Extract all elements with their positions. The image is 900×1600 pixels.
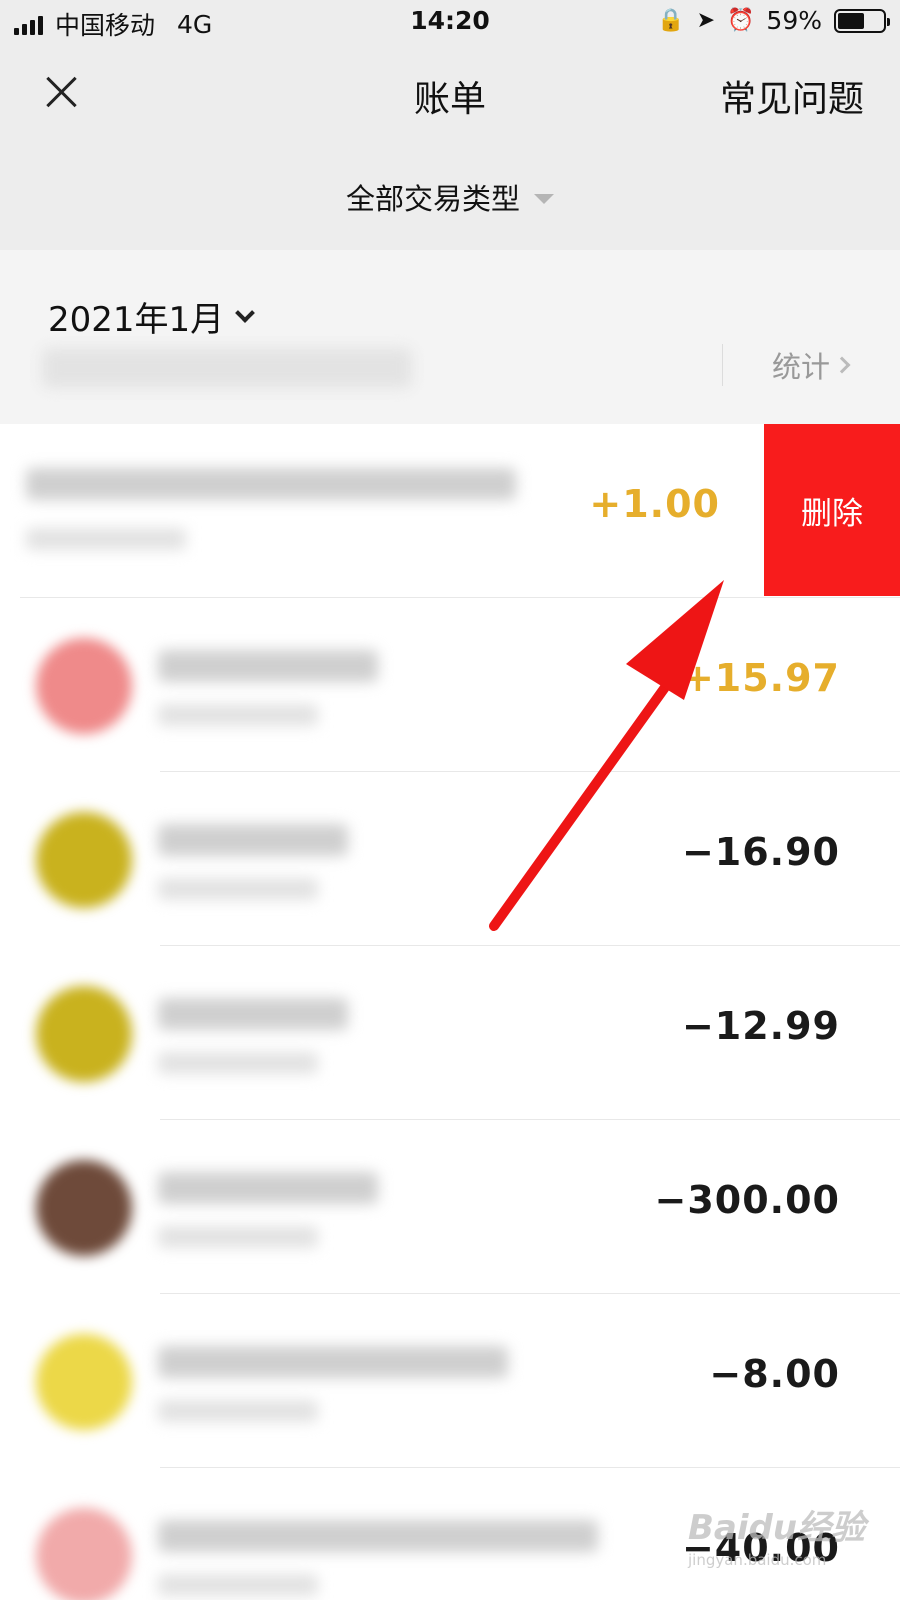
caret-down-icon[interactable] [534, 194, 554, 204]
transaction-row[interactable]: −8.00 [0, 1294, 900, 1468]
watermark-logo: Baidu经验 [688, 1508, 866, 1548]
transaction-type-filter[interactable]: 全部交易类型 [346, 176, 520, 218]
transaction-row[interactable]: −12.99 [0, 946, 900, 1120]
merchant-avatar [36, 1160, 132, 1256]
month-label: 2021年1月 [48, 300, 225, 340]
transaction-title-blurred [26, 468, 516, 500]
transaction-title-blurred [158, 998, 348, 1030]
transaction-title-blurred [158, 1346, 508, 1378]
transaction-row[interactable]: −16.90 [0, 772, 900, 946]
transaction-row[interactable]: −300.00 [0, 1120, 900, 1294]
transaction-time-blurred [158, 1052, 318, 1074]
transaction-amount: −12.99 [681, 1004, 840, 1048]
chevron-down-icon [235, 302, 256, 323]
filter-bar: 全部交易类型 [0, 144, 900, 250]
month-section: 2021年1月 统计 [0, 250, 900, 424]
transaction-amount: +15.97 [681, 656, 840, 700]
transaction-time-blurred [158, 1574, 318, 1596]
status-right: 🔒 ➤ ⏰ 59% [657, 6, 890, 35]
transaction-amount: −300.00 [654, 1178, 840, 1222]
transaction-title-blurred [158, 824, 348, 856]
transaction-time-blurred [158, 878, 318, 900]
transaction-title-blurred [158, 650, 378, 682]
transaction-amount: +1.00 [589, 482, 720, 526]
battery-percent: 59% [766, 6, 822, 35]
merchant-avatar [36, 638, 132, 734]
status-bar: 中国移动 4G 14:20 🔒 ➤ ⏰ 59% [0, 0, 900, 44]
delete-button[interactable]: 删除 [764, 424, 900, 596]
lock-rotation-icon: 🔒 [657, 7, 685, 33]
month-summary-blurred [42, 348, 412, 388]
battery-icon [834, 8, 890, 33]
transaction-row-swiped[interactable]: +1.00 删除 [0, 424, 900, 598]
transaction-amount: −8.00 [709, 1352, 840, 1396]
nav-bar: 账单 常见问题 [0, 44, 900, 144]
stats-link[interactable]: 统计 [772, 344, 851, 386]
watermark-url: jingyan.baidu.com [688, 1551, 827, 1569]
transaction-title-blurred [158, 1520, 598, 1552]
watermark: Baidu经验 jingyan.baidu.com [688, 1500, 868, 1569]
merchant-avatar [36, 1508, 132, 1600]
alarm-icon: ⏰ [727, 7, 755, 33]
transaction-list: +1.00 删除 +15.97 −16.90 −12.99 −300.00 −8… [0, 424, 900, 1600]
location-icon: ➤ [696, 7, 716, 33]
chevron-right-icon [833, 356, 851, 374]
transaction-time-blurred [158, 1226, 318, 1248]
transaction-time-blurred [26, 528, 186, 550]
merchant-avatar [36, 1334, 132, 1430]
month-selector[interactable]: 2021年1月 [48, 292, 256, 341]
transaction-row[interactable]: +15.97 [0, 598, 900, 772]
transaction-time-blurred [158, 1400, 318, 1422]
transaction-title-blurred [158, 1172, 378, 1204]
faq-link[interactable]: 常见问题 [720, 70, 864, 122]
transaction-time-blurred [158, 704, 318, 726]
divider [722, 344, 723, 386]
merchant-avatar [36, 812, 132, 908]
stats-label: 统计 [772, 350, 831, 384]
transaction-amount: −16.90 [681, 830, 840, 874]
merchant-avatar [36, 986, 132, 1082]
